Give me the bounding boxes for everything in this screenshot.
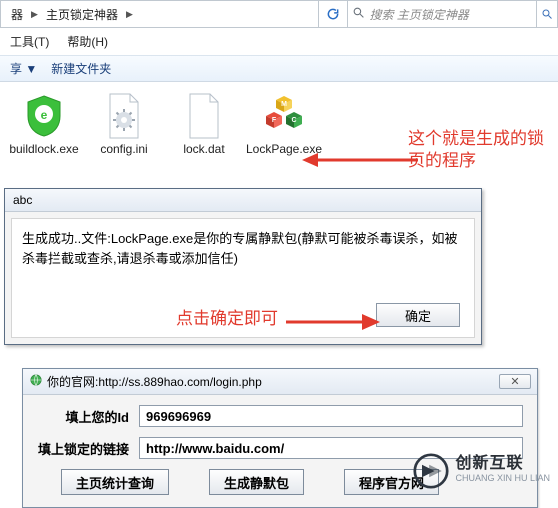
url-label: 填上锁定的链接 — [37, 439, 129, 458]
watermark: 创新互联 CHUANG XIN HU LIAN — [413, 453, 550, 489]
id-label: 填上您的Id — [37, 407, 129, 426]
file-item-lockdat[interactable]: lock.dat — [174, 92, 234, 156]
svg-text:C: C — [291, 117, 296, 124]
id-input[interactable] — [139, 405, 523, 427]
close-button[interactable]: ✕ — [499, 374, 531, 389]
panel-title-text: 你的官网:http://ss.889hao.com/login.php — [47, 373, 262, 390]
search-dropdown-icon[interactable] — [536, 1, 557, 27]
shield-e-icon: e — [22, 92, 66, 140]
dialog-title: abc — [5, 189, 481, 212]
svg-text:e: e — [41, 108, 48, 122]
breadcrumb[interactable]: 器 ▶ 主页锁定神器 ▶ — [1, 4, 139, 25]
file-label: config.ini — [100, 142, 147, 156]
refresh-icon[interactable] — [325, 6, 341, 22]
file-item-buildlock[interactable]: e buildlock.exe — [14, 92, 74, 156]
file-item-config[interactable]: config.ini — [94, 92, 154, 156]
ok-button[interactable]: 确定 — [376, 303, 460, 327]
arrow-right-icon — [284, 310, 384, 340]
globe-icon — [29, 373, 43, 390]
toolbar-share[interactable]: 享 ▼ — [10, 60, 37, 77]
address-bar: 器 ▶ 主页锁定神器 ▶ 搜索 主页锁定神器 — [0, 0, 558, 28]
annotation-ok: 点击确定即可 — [176, 304, 278, 329]
arrow-left-icon — [300, 150, 420, 182]
refresh-cell — [318, 1, 347, 27]
close-icon: ✕ — [510, 375, 519, 388]
watermark-logo-icon — [413, 453, 449, 489]
dialog-message: 生成成功..文件:LockPage.exe是你的专属静默包(静默可能被杀毒误杀，… — [22, 229, 464, 269]
chevron-right-icon: ▶ — [124, 9, 135, 20]
panel-titlebar: 你的官网:http://ss.889hao.com/login.php ✕ — [23, 369, 537, 395]
menu-bar: 工具(T) 帮助(H) — [0, 28, 558, 55]
breadcrumb-seg-2[interactable]: 主页锁定神器 — [40, 4, 124, 25]
watermark-en: CHUANG XIN HU LIAN — [455, 471, 550, 485]
watermark-cn: 创新互联 — [455, 457, 550, 471]
search-input[interactable]: 搜索 主页锁定神器 — [347, 1, 536, 27]
search-placeholder: 搜索 主页锁定神器 — [369, 6, 468, 23]
menu-help[interactable]: 帮助(H) — [67, 33, 108, 50]
blank-file-icon — [182, 92, 226, 140]
breadcrumb-seg-1[interactable]: 器 — [5, 4, 29, 25]
chevron-right-icon: ▶ — [29, 9, 40, 20]
generate-silent-button[interactable]: 生成静默包 — [209, 469, 304, 495]
stats-query-button[interactable]: 主页统计查询 — [61, 469, 169, 495]
svg-text:F: F — [272, 117, 277, 124]
gear-file-icon — [102, 92, 146, 140]
file-label: buildlock.exe — [9, 142, 78, 156]
search-icon — [352, 6, 365, 22]
mfc-cubes-icon: M F C — [262, 92, 306, 140]
menu-tools[interactable]: 工具(T) — [10, 33, 49, 50]
file-item-lockpage[interactable]: M F C LockPage.exe — [254, 92, 314, 156]
explorer-toolbar: 享 ▼ 新建文件夹 — [0, 55, 558, 82]
file-label: lock.dat — [183, 142, 224, 156]
svg-text:M: M — [281, 101, 287, 108]
toolbar-new-folder[interactable]: 新建文件夹 — [51, 60, 111, 77]
annotation-lockpage: 这个就是生成的锁 页的程序 — [408, 128, 544, 172]
